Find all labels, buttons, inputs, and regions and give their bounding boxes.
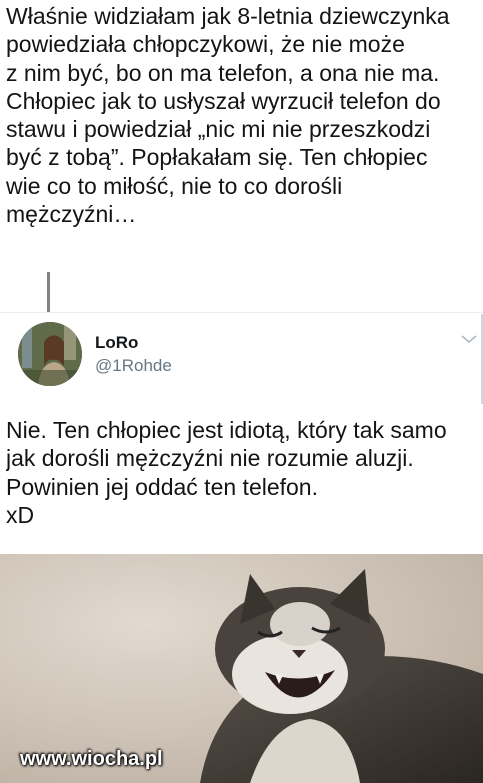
reply-line: Nie. Ten chłopiec jest idiotą, który tak… xyxy=(6,417,447,443)
tweet-line: Właśnie widziałam jak 8-letnia dziewczyn… xyxy=(6,3,450,29)
chevron-down-icon[interactable] xyxy=(460,332,478,346)
reply-handle[interactable]: @1Rohde xyxy=(95,356,172,376)
tweet-line: powiedziała chłopczykowi, że nie może xyxy=(6,31,405,58)
reply-line: jak dorośli mężczyźni nie rozumie aluzji… xyxy=(6,445,414,472)
tweet-line: stawu i powiedział „nic mi nie przeszkod… xyxy=(6,116,431,143)
user-avatar[interactable] xyxy=(18,322,82,386)
reply-line: xD xyxy=(6,501,35,528)
avatar-photo-icon xyxy=(18,322,82,386)
tweet-line: z nim być, bo on ma telefon, a ona nie m… xyxy=(6,59,440,86)
tweet-line: wie co to miłość, nie to co dorośli xyxy=(6,172,343,199)
tweet-line: mężczyźni… xyxy=(6,201,137,228)
tweet-line: być z tobą”. Popłakałam się. Ten chłopie… xyxy=(6,144,428,171)
reply-line: Powinien jej oddać ten telefon. xyxy=(6,473,318,500)
reply-display-name[interactable]: LoRo xyxy=(95,333,138,353)
watermark-text: www.wiocha.pl xyxy=(20,748,163,770)
tweet-line: Chłopiec jak to usłyszał wyrzucił telefo… xyxy=(6,87,441,114)
tweet-divider xyxy=(0,312,483,313)
reply-tweet-text: Nie. Ten chłopiec jest idiotą, który tak… xyxy=(6,416,483,529)
original-tweet-text: Właśnie widziałam jak 8-letnia dziewczyn… xyxy=(6,2,483,228)
thread-connector-line xyxy=(47,272,50,312)
